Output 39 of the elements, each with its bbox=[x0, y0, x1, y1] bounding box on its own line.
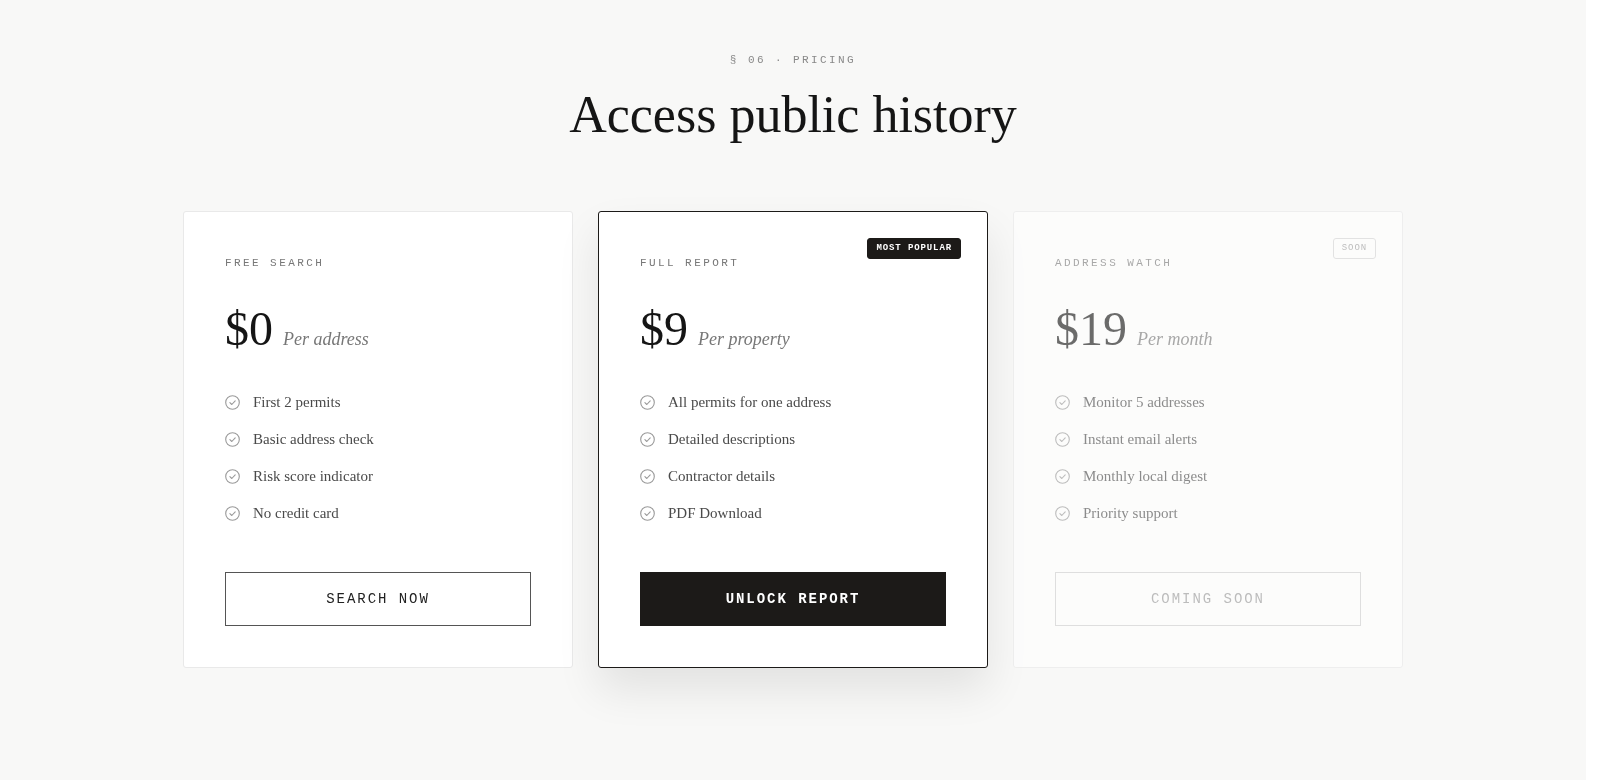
plan-name: FREE SEARCH bbox=[225, 256, 325, 270]
plan-price: $9 bbox=[640, 305, 688, 353]
plan-name: ADDRESS WATCH bbox=[1055, 256, 1173, 270]
section-title: Access public history bbox=[569, 89, 1017, 141]
feature-text: Monthly local digest bbox=[1083, 467, 1208, 486]
feature-text: All permits for one address bbox=[668, 393, 832, 412]
check-circle-icon bbox=[640, 468, 655, 484]
check-circle-icon bbox=[1055, 505, 1070, 521]
feature-text: First 2 permits bbox=[253, 393, 341, 412]
check-circle-icon bbox=[1055, 468, 1070, 484]
plan-badge: SOON bbox=[1332, 238, 1376, 259]
feature-text: Instant email alerts bbox=[1083, 430, 1198, 449]
plan-price: $0 bbox=[225, 305, 273, 353]
check-circle-icon bbox=[225, 431, 240, 447]
check-circle-icon bbox=[225, 505, 240, 521]
feature-text: Risk score indicator bbox=[253, 467, 373, 486]
plan-price: $19 bbox=[1055, 305, 1127, 353]
plan-button[interactable]: UNLOCK REPORT bbox=[640, 572, 946, 626]
check-circle-icon bbox=[640, 431, 655, 447]
price-unit: Per month bbox=[1137, 330, 1213, 348]
check-circle-icon bbox=[225, 394, 240, 410]
price-unit: Per property bbox=[698, 330, 790, 348]
plan-name: FULL REPORT bbox=[640, 256, 740, 270]
check-circle-icon bbox=[640, 505, 655, 521]
check-circle-icon bbox=[1055, 394, 1070, 410]
check-circle-icon bbox=[1055, 431, 1070, 447]
feature-text: No credit card bbox=[253, 504, 339, 523]
price-unit: Per address bbox=[283, 330, 369, 348]
feature-text: Contractor details bbox=[668, 467, 776, 486]
feature-text: Monitor 5 addresses bbox=[1083, 393, 1205, 412]
feature-text: Detailed descriptions bbox=[668, 430, 796, 449]
feature-text: PDF Download bbox=[668, 504, 762, 523]
plan-badge: MOST POPULAR bbox=[867, 238, 961, 259]
plan-button[interactable]: SEARCH NOW bbox=[225, 572, 531, 626]
check-circle-icon bbox=[640, 394, 655, 410]
feature-text: Priority support bbox=[1083, 504, 1178, 523]
section-label: § 06 · PRICING bbox=[729, 53, 857, 67]
check-circle-icon bbox=[225, 468, 240, 484]
feature-text: Basic address check bbox=[253, 430, 374, 449]
